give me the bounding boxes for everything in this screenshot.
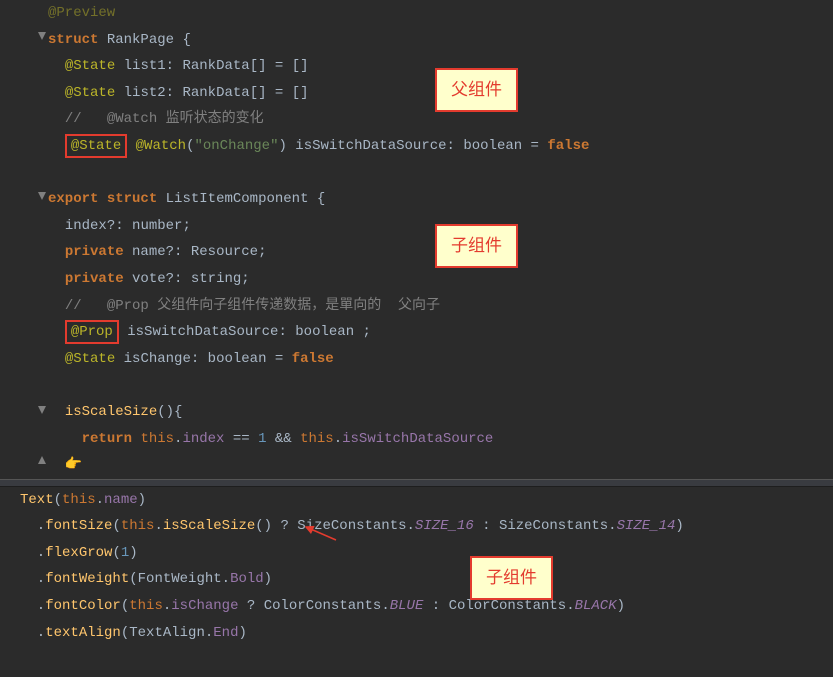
code-line — [0, 372, 833, 399]
code-line: index?: number; — [0, 213, 833, 240]
code-line: Text(this.name) — [0, 487, 833, 514]
code-line: // @Watch 监听状态的变化 — [0, 106, 833, 133]
code-line: .fontSize(this.isScaleSize() ? SizeConst… — [0, 513, 833, 540]
code-line: export struct ListItemComponent { — [0, 186, 833, 213]
code-line: .fontColor(this.isChange ? ColorConstant… — [0, 593, 833, 620]
decorator: @Preview — [48, 5, 115, 21]
code-line: private vote?: string; — [0, 266, 833, 293]
code-line: struct RankPage { — [0, 27, 833, 54]
annotation-parent-component: 父组件 — [435, 68, 518, 112]
code-line: private name?: Resource; — [0, 239, 833, 266]
code-editor[interactable]: @Preview struct RankPage { @State list1:… — [0, 0, 833, 646]
code-line: @State list2: RankData[] = [] — [0, 80, 833, 107]
code-block-2: Text(this.name) .fontSize(this.isScaleSi… — [0, 487, 833, 647]
code-line: return this.index == 1 && this.isSwitchD… — [0, 426, 833, 453]
code-line: @State @Watch("onChange") isSwitchDataSo… — [0, 133, 833, 160]
code-line: isScaleSize(){ — [0, 399, 833, 426]
highlight-state-decorator: @State — [65, 134, 127, 158]
code-line — [0, 160, 833, 187]
code-line: .fontWeight(FontWeight.Bold) — [0, 566, 833, 593]
code-line: @Prop isSwitchDataSource: boolean ; — [0, 319, 833, 346]
highlight-prop-decorator: @Prop — [65, 320, 119, 344]
annotation-child-component-1: 子组件 — [435, 224, 518, 268]
code-line: // @Prop 父组件向子组件传递数据，是單向的 父向子 — [0, 293, 833, 320]
panel-divider — [0, 479, 833, 487]
code-line: @State isChange: boolean = false — [0, 346, 833, 373]
code-line: @State list1: RankData[] = [] — [0, 53, 833, 80]
code-line: 👉 — [0, 452, 833, 479]
code-line: .flexGrow(1) — [0, 540, 833, 567]
code-line: @Preview — [0, 0, 833, 27]
annotation-child-component-2: 子组件 — [470, 556, 553, 600]
fold-gutter[interactable] — [38, 6, 48, 476]
code-line: .textAlign(TextAlign.End) — [0, 620, 833, 647]
